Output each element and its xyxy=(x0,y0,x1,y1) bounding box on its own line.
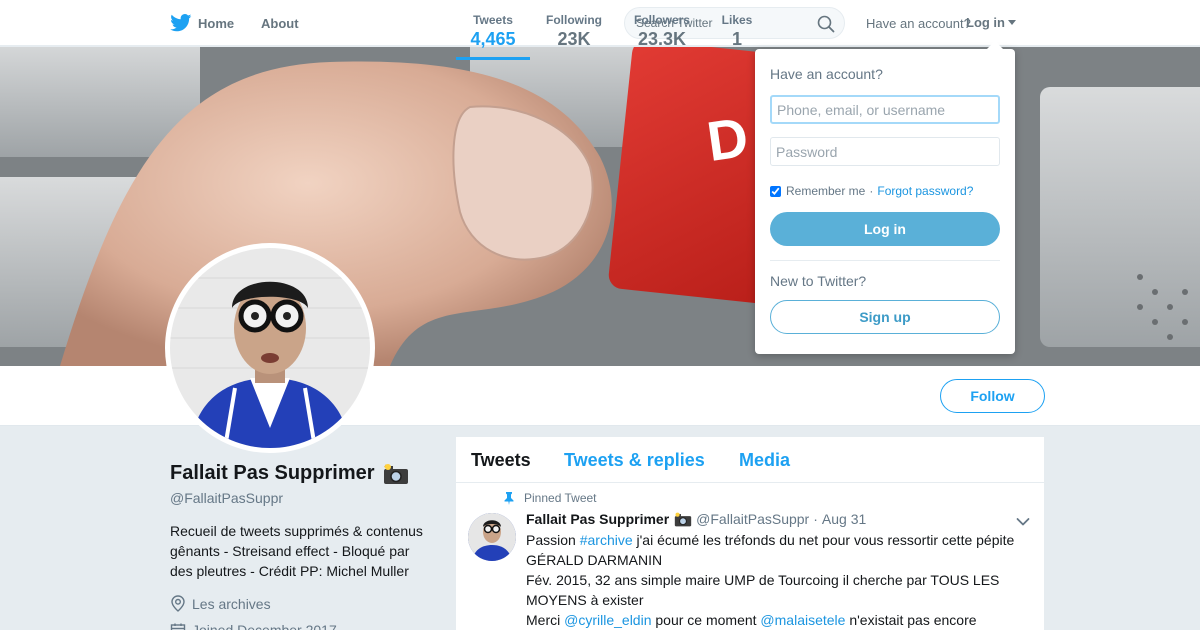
tweet-author-handle[interactable]: @FallaitPasSuppr xyxy=(696,511,809,527)
pinned-tweet-indicator: Pinned Tweet xyxy=(504,491,597,505)
pinned-label: Pinned Tweet xyxy=(524,491,597,505)
profile-location: Les archives xyxy=(170,595,271,612)
stat-tweets[interactable]: Tweets 4,465 xyxy=(456,0,530,60)
timeline-tabs: Tweets Tweets & replies Media xyxy=(456,437,1044,483)
tweet-author-name[interactable]: Fallait Pas Supprimer xyxy=(526,511,669,527)
camera-flash-icon xyxy=(383,463,408,484)
dropdown-arrow xyxy=(987,41,1003,49)
profile-bio: Recueil de tweets supprimés & contenus g… xyxy=(170,523,423,579)
have-account-text: Have an account? xyxy=(866,16,971,31)
profile-avatar[interactable] xyxy=(165,243,375,453)
nav-home-link[interactable]: Home xyxy=(170,13,234,33)
profile-handle[interactable]: @FallaitPasSuppr xyxy=(170,490,283,506)
remember-me-row: Remember me · Forgot password? xyxy=(770,184,973,198)
tweet-line-4-mid: pour ce moment xyxy=(651,612,761,628)
tweet-text: Passion #archive j'ai écumé les tréfonds… xyxy=(526,530,1031,630)
stat-following[interactable]: Following 23K xyxy=(539,0,609,60)
tweet-line-1-post: j'ai écumé les tréfonds du net pour vous… xyxy=(632,532,1015,548)
follow-button[interactable]: Follow xyxy=(940,379,1045,413)
login-dropdown-toggle[interactable]: Log in xyxy=(966,15,1016,30)
profile-joined-text: Joined December 2017 xyxy=(192,622,337,630)
remember-me-label[interactable]: Remember me xyxy=(786,184,865,198)
login-button[interactable]: Log in xyxy=(770,212,1000,246)
tweet-line-4-pre: Merci xyxy=(526,612,565,628)
remember-separator: · xyxy=(869,184,874,198)
stat-likes-label: Likes xyxy=(721,13,753,27)
tab-media[interactable]: Media xyxy=(739,450,790,471)
twitter-bird-icon xyxy=(170,14,192,32)
remember-me-checkbox[interactable] xyxy=(770,185,781,197)
stat-followers[interactable]: Followers 23.3K xyxy=(627,0,697,60)
tweet-avatar[interactable] xyxy=(468,513,516,561)
tweet-date[interactable]: Aug 31 xyxy=(822,511,866,527)
tweet-line-3: Fév. 2015, 32 ans simple maire UMP de To… xyxy=(526,572,1000,608)
pin-icon xyxy=(504,491,514,505)
stat-following-label: Following xyxy=(546,13,602,27)
mention-link-cyrille[interactable]: @cyrille_eldin xyxy=(564,612,651,628)
search-icon[interactable] xyxy=(817,15,835,33)
stat-tweets-label: Tweets xyxy=(473,13,513,27)
tweet-line-2: GÉRALD DARMANIN xyxy=(526,552,663,568)
login-toggle-label: Log in xyxy=(966,15,1005,30)
new-to-twitter-text: New to Twitter? xyxy=(770,273,867,289)
stat-likes-value: 1 xyxy=(731,29,742,49)
profile-location-text: Les archives xyxy=(192,595,271,612)
tweet-line-1-pre: Passion xyxy=(526,532,580,548)
home-label: Home xyxy=(198,15,235,31)
dropdown-title: Have an account? xyxy=(770,66,883,82)
tweet-header: Fallait Pas Supprimer @FallaitPasSuppr ·… xyxy=(526,511,866,527)
profile-name: Fallait Pas Supprimer xyxy=(170,462,409,485)
stat-followers-value: 23.3K xyxy=(637,29,687,49)
caret-down-icon xyxy=(1008,20,1016,25)
chevron-down-icon[interactable] xyxy=(1016,517,1030,527)
signup-button[interactable]: Sign up xyxy=(770,300,1000,334)
location-pin-icon xyxy=(171,595,185,612)
dropdown-divider xyxy=(770,260,1000,261)
tweet-line-4: Merci @cyrille_eldin pour ce moment @mal… xyxy=(526,610,1031,630)
username-field[interactable] xyxy=(770,95,1000,124)
profile-joined: Joined December 2017 xyxy=(170,622,337,630)
tweet-avatar-image xyxy=(468,513,516,561)
tweet-separator: · xyxy=(813,511,818,527)
avatar-image xyxy=(170,248,370,448)
tweet-line-4-post: n'existait pas encore xyxy=(845,612,977,628)
login-dropdown: Have an account? Remember me · Forgot pa… xyxy=(755,41,1015,354)
stat-followers-label: Followers xyxy=(633,13,690,27)
tab-tweets-replies[interactable]: Tweets & replies xyxy=(564,450,705,471)
password-field[interactable] xyxy=(770,137,1000,166)
profile-name-text: Fallait Pas Supprimer xyxy=(170,462,375,484)
timeline: Tweets Tweets & replies Media Pinned Twe… xyxy=(456,437,1044,630)
nav-about-link[interactable]: About xyxy=(261,16,299,31)
stat-following-value: 23K xyxy=(557,29,591,49)
tweet-line-1: Passion #archive j'ai écumé les tréfonds… xyxy=(526,530,1031,550)
hashtag-link[interactable]: #archive xyxy=(580,532,633,548)
calendar-icon xyxy=(170,623,186,630)
mention-link-malaisetele[interactable]: @malaisetele xyxy=(760,612,845,628)
camera-flash-icon xyxy=(674,512,692,526)
tab-tweets[interactable]: Tweets xyxy=(471,450,531,471)
stat-tweets-value: 4,465 xyxy=(470,29,516,49)
forgot-password-link[interactable]: Forgot password? xyxy=(877,184,973,198)
